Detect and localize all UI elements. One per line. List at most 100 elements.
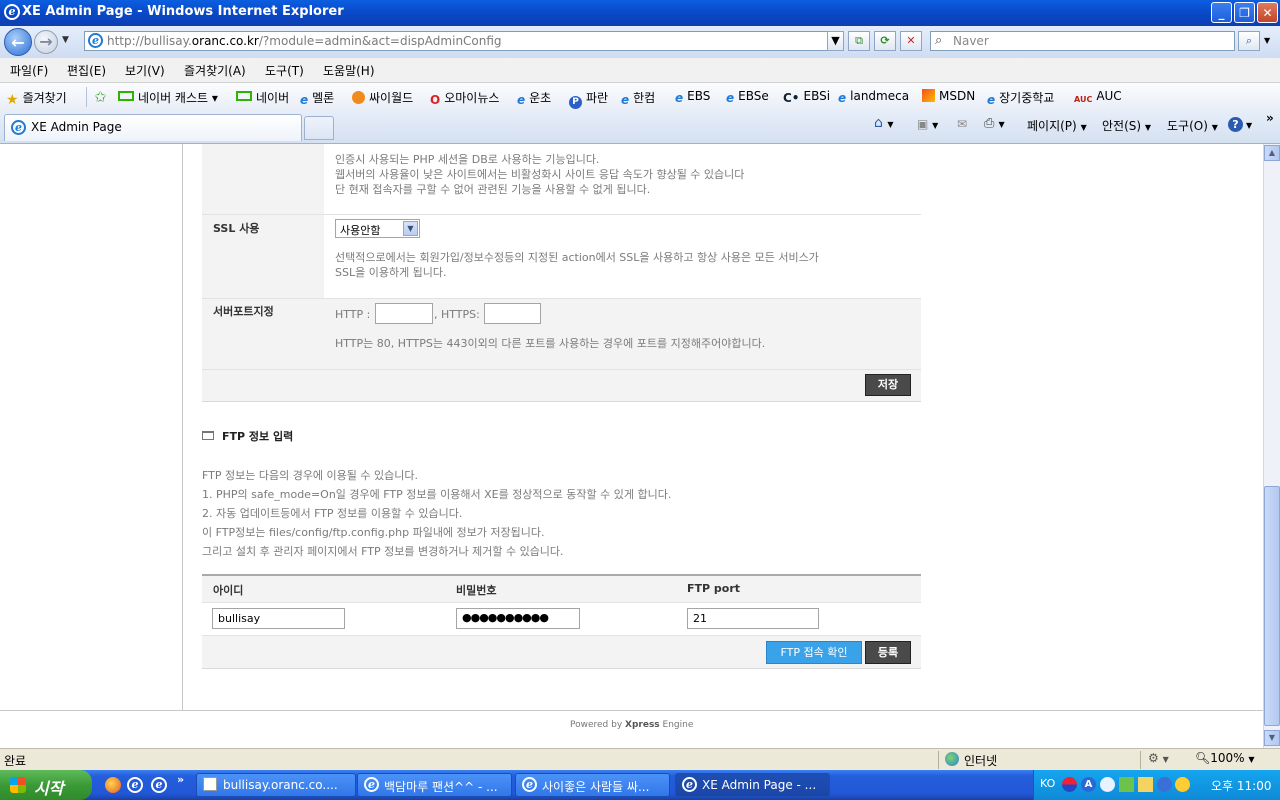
tray-icon[interactable] (1138, 777, 1153, 792)
tray-icon[interactable] (1157, 777, 1172, 792)
help-dropdown-icon[interactable]: ▼ (1246, 121, 1252, 130)
mail-icon[interactable]: ✉ (957, 117, 967, 131)
minimize-button[interactable]: _ (1211, 2, 1232, 23)
search-placeholder: Naver (953, 34, 989, 48)
naver-icon (236, 91, 252, 101)
compatibility-view-button[interactable]: ⧉ (848, 31, 870, 51)
ie-page-icon: e (987, 93, 996, 107)
fav-ebs[interactable]: e EBS (675, 89, 710, 105)
close-button[interactable]: ✕ (1257, 2, 1278, 23)
fav-naver[interactable]: 네이버 (236, 89, 289, 106)
menu-file[interactable]: 파일(F) (10, 62, 48, 79)
menu-favorites[interactable]: 즐겨찾기(A) (184, 62, 246, 79)
firefox-icon[interactable] (105, 777, 121, 793)
vertical-scrollbar[interactable]: ▲ ▼ (1263, 144, 1280, 748)
ftp-id-input[interactable]: bullisay (212, 608, 345, 629)
stop-button[interactable]: ✕ (900, 31, 922, 51)
add-favorite-icon[interactable]: ✩ (94, 88, 107, 106)
ie-page-icon: e (682, 777, 697, 792)
fav-landmeca[interactable]: e landmeca (838, 89, 909, 105)
window-icon (203, 777, 217, 791)
menu-tools[interactable]: 도구(T) (265, 62, 304, 79)
ime-icon[interactable] (1062, 777, 1077, 792)
address-dropdown-button[interactable]: ▼ (827, 31, 844, 51)
fav-janggi-school[interactable]: e 장기중학교 (987, 89, 1054, 107)
quicklaunch-more-icon[interactable]: » (177, 773, 184, 786)
address-bar[interactable]: e http://bullisay.oranc.co.kr/?module=ad… (84, 31, 844, 51)
tab-xe-admin[interactable]: e XE Admin Page (4, 114, 302, 141)
ssl-select[interactable]: 사용안함 ▼ (335, 219, 420, 238)
taskbar-item-label: XE Admin Page - ... (702, 778, 817, 792)
tools-menu[interactable]: 도구(O) ▼ (1167, 117, 1218, 134)
chevron-down-icon[interactable]: ▼ (403, 221, 418, 236)
ie-quicklaunch-icon[interactable]: e (127, 777, 143, 793)
windows-logo-icon (10, 777, 26, 793)
print-icon[interactable]: ⎙ ▼ (984, 116, 1005, 131)
ssl-desc-2: SSL을 이용하게 됩니다. (335, 266, 447, 279)
menu-edit[interactable]: 편집(E) (67, 62, 106, 79)
ftp-desc-3: 2. 자동 업데이트등에서 FTP 정보를 이용할 수 있습니다. (202, 507, 463, 520)
window-icon (202, 431, 214, 440)
fav-paran[interactable]: P 파란 (569, 89, 608, 109)
refresh-button[interactable]: ⟳ (874, 31, 896, 51)
more-tools-icon[interactable]: » (1266, 111, 1274, 125)
search-options-icon[interactable]: ▼ (1264, 36, 1270, 45)
language-indicator[interactable]: KO (1040, 777, 1055, 790)
address-text: http://bullisay.oranc.co.kr/?module=admi… (107, 34, 502, 48)
menu-view[interactable]: 보기(V) (125, 62, 165, 79)
ohmynews-icon: O (430, 93, 441, 107)
scroll-up-button[interactable]: ▲ (1264, 145, 1280, 161)
ftp-password-input[interactable]: ●●●●●●●●●● (456, 608, 580, 629)
ftp-port-input[interactable]: 21 (687, 608, 819, 629)
taskbar-item-2[interactable]: e 백담마루 팬션^^ - ... (357, 773, 512, 797)
footer-divider (0, 710, 1263, 711)
ie-quicklaunch-icon-2[interactable]: e (151, 777, 167, 793)
cyworld-icon (352, 91, 365, 104)
forward-button[interactable]: → (34, 30, 58, 54)
http-port-input[interactable] (375, 303, 433, 324)
save-button[interactable]: 저장 (865, 374, 911, 396)
search-button[interactable]: ⌕ (1238, 31, 1260, 51)
zoom-control[interactable]: 🔍︎100% ▼ (1195, 751, 1255, 765)
fav-ebsi[interactable]: C• EBSi (783, 89, 830, 105)
fav-naver-cast[interactable]: 네이버 캐스트 ▾ (118, 89, 218, 106)
fav-auc[interactable]: AUC AUC (1074, 89, 1122, 108)
tray-icon[interactable] (1100, 777, 1115, 792)
ssl-label: SSL 사용 (213, 222, 260, 235)
port-desc: HTTP는 80, HTTPS는 443이외의 다른 포트를 사용하는 경우에 … (335, 337, 766, 350)
back-button[interactable]: ← (4, 28, 32, 56)
fav-ebse[interactable]: e EBSe (726, 89, 769, 105)
ssl-desc-1: 선택적으로에서는 회원가입/정보수정등의 지정된 action에서 SSL을 사… (335, 251, 819, 264)
ime-mode-icon[interactable]: A (1081, 777, 1096, 792)
start-button[interactable]: 시작 (0, 770, 92, 800)
search-box[interactable]: ⌕ Naver (930, 31, 1235, 51)
https-port-input[interactable] (484, 303, 541, 324)
restore-button[interactable]: ❐ (1234, 2, 1255, 23)
home-icon[interactable]: ⌂ ▼ (874, 115, 894, 131)
help-icon[interactable]: ? (1228, 117, 1243, 132)
taskbar-item-1[interactable]: bullisay.oranc.co.... (196, 773, 356, 797)
tray-icon[interactable] (1119, 777, 1134, 792)
fav-ohmynews[interactable]: O 오마이뉴스 (430, 89, 499, 107)
protected-mode-icon[interactable]: ⚙ ▼ (1148, 751, 1169, 765)
scroll-thumb[interactable] (1264, 486, 1280, 726)
menu-help[interactable]: 도움말(H) (323, 62, 375, 79)
taskbar-item-4-active[interactable]: e XE Admin Page - ... (675, 773, 830, 797)
taskbar-item-3[interactable]: e 사이좋은 사람들 싸... (515, 773, 670, 797)
page-menu[interactable]: 페이지(P) ▼ (1027, 117, 1087, 134)
history-dropdown-icon[interactable]: ▼ (62, 35, 69, 45)
fav-melon[interactable]: e 멜론 (300, 89, 334, 107)
feeds-icon[interactable]: ▣ ▼ (917, 117, 938, 131)
favorites-button[interactable]: ★ 즐겨찾기 (6, 89, 67, 108)
new-tab-button[interactable] (304, 116, 334, 140)
ie-page-icon: e (726, 91, 735, 105)
ftp-register-button[interactable]: 등록 (865, 641, 911, 664)
scroll-down-button[interactable]: ▼ (1264, 730, 1280, 746)
messenger-icon[interactable] (1175, 777, 1190, 792)
fav-uncho[interactable]: e 운초 (517, 89, 551, 107)
safety-menu[interactable]: 안전(S) ▼ (1102, 117, 1151, 134)
fav-cyworld[interactable]: 싸이월드 (352, 89, 413, 106)
fav-msdn[interactable]: MSDN (922, 89, 975, 103)
ftp-check-button[interactable]: FTP 접속 확인 (766, 641, 862, 664)
fav-hancom[interactable]: e 한컴 (621, 89, 655, 107)
